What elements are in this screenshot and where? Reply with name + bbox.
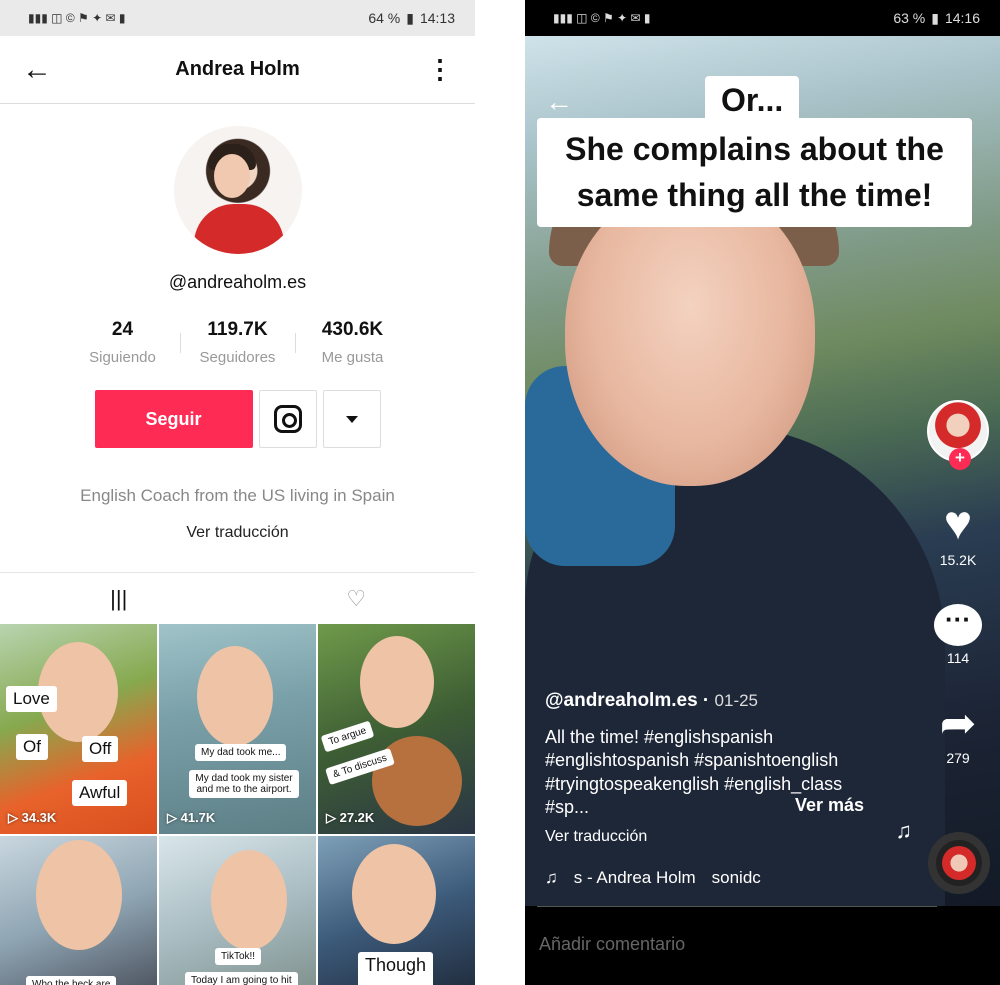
thumbnail-caption: Off <box>82 736 119 762</box>
thumbnail-caption: Of <box>16 734 48 760</box>
suggested-dropdown-button[interactable] <box>322 390 381 448</box>
thumbnail-caption: Today I am going to hit <box>185 972 298 985</box>
stat-likes[interactable]: 430.6K Me gusta <box>295 319 410 366</box>
back-arrow-icon[interactable]: ← <box>545 86 573 118</box>
profile-title: Andrea Holm <box>175 58 300 80</box>
stat-following[interactable]: 24 Siguiendo <box>65 319 180 366</box>
video-author[interactable]: @andreaholm.es <box>545 690 698 711</box>
locked-heart-icon: ♡ <box>346 585 367 611</box>
creator-avatar[interactable]: + <box>927 400 989 470</box>
video-date: 01-25 <box>714 691 759 710</box>
battery-icon: ▮ <box>931 9 939 26</box>
stat-label: Me gusta <box>321 349 384 366</box>
status-signal-icons: ▮▮▮ ◫ © ⚑ ✦ ✉ ▮ <box>553 11 651 25</box>
like-count: 15.2K <box>939 552 977 568</box>
status-signal-icons: ▮▮▮ ◫ © ⚑ ✦ ✉ ▮ <box>28 11 126 25</box>
battery-icon: ▮ <box>406 9 414 26</box>
grid-icon: ||| <box>110 585 128 611</box>
music-note-icon: ♫ <box>545 868 558 887</box>
screenshot-root: ▮▮▮ ◫ © ⚑ ✦ ✉ ▮ 64 % ▮ 14:13 ← Andrea Ho… <box>0 0 1000 985</box>
clock: 14:16 <box>944 10 980 26</box>
video-thumbnail[interactable]: My dad took me... My dad took my sister … <box>159 624 316 834</box>
video-caption-main: She complains about the same thing all t… <box>537 118 972 227</box>
comment-count: 114 <box>946 650 970 666</box>
follow-plus-icon[interactable]: + <box>949 448 971 470</box>
stat-number: 24 <box>111 319 134 340</box>
tab-liked[interactable]: ♡ <box>238 573 476 624</box>
more-options-icon[interactable]: ⋮ <box>423 54 453 85</box>
video-thumbnail[interactable]: Love Of Off Awful ▷ 34.3K <box>0 624 157 834</box>
see-more-link[interactable]: Ver más <box>795 795 864 816</box>
video-thumbnail[interactable]: To argue & To discuss ▷ 27.2K <box>318 624 475 834</box>
thumbnail-caption: Who the heck are <box>26 976 117 985</box>
status-bar: ▮▮▮ ◫ © ⚑ ✦ ✉ ▮ 63 % ▮ 14:16 <box>525 0 1000 36</box>
video-thumbnail[interactable]: Who the heck are <box>0 836 157 985</box>
thumbnail-caption: My dad took my sister and me to the airp… <box>189 770 299 798</box>
instagram-button[interactable] <box>258 390 317 448</box>
stat-label: Siguiendo <box>89 349 156 366</box>
music-title-extra: sonidc <box>711 868 761 887</box>
music-note-icon: ♫ <box>895 818 913 843</box>
comment-icon[interactable]: ··· <box>934 604 982 646</box>
follow-button[interactable]: Seguir <box>94 390 253 448</box>
comment-input[interactable]: Añadir comentario <box>539 934 685 955</box>
profile-stats: 24 Siguiendo 119.7K Seguidores 430.6K Me… <box>0 319 475 366</box>
stat-number: 119.7K <box>207 319 268 340</box>
stat-followers[interactable]: 119.7K Seguidores <box>180 319 295 366</box>
battery-level: 64 % <box>368 10 401 26</box>
status-icons: ▮▮▮ ◫ © ⚑ ✦ ✉ ▮ <box>28 11 125 25</box>
profile-screen: ▮▮▮ ◫ © ⚑ ✦ ✉ ▮ 64 % ▮ 14:13 ← Andrea Ho… <box>0 0 475 985</box>
thumbnail-caption: My dad took me... <box>195 744 287 761</box>
thumbnail-caption: Love <box>6 686 57 712</box>
thumbnail-caption: Awful <box>72 780 128 806</box>
video-info: @andreaholm.es · 01-25 All the time! #en… <box>545 690 885 846</box>
action-sidebar: + ♥ 15.2K ··· 114 ➦ 279 <box>926 400 990 766</box>
stat-number: 430.6K <box>321 319 384 340</box>
stat-label: Seguidores <box>199 349 276 366</box>
video-thumbnail[interactable]: Though <box>318 836 475 985</box>
profile-actions: Seguir <box>0 390 475 448</box>
translate-link[interactable]: Ver traducción <box>545 828 885 846</box>
share-count: 279 <box>946 750 970 766</box>
translate-link[interactable]: Ver traducción <box>0 524 475 542</box>
profile-bio: English Coach from the US living in Spai… <box>80 486 395 505</box>
view-count: ▷ 34.3K <box>8 810 57 825</box>
video-thumbnail[interactable]: TikTok!! Today I am going to hit <box>159 836 316 985</box>
thumbnail-caption: TikTok!! <box>215 948 262 965</box>
status-bar: ▮▮▮ ◫ © ⚑ ✦ ✉ ▮ 64 % ▮ 14:13 <box>0 0 475 36</box>
clock: 14:13 <box>419 10 455 26</box>
back-arrow-icon[interactable]: ← <box>22 53 52 87</box>
avatar[interactable] <box>173 126 302 254</box>
instagram-icon <box>273 405 302 433</box>
tab-videos[interactable]: ||| <box>0 573 238 624</box>
music-disc-icon[interactable] <box>928 832 990 894</box>
divider <box>537 906 937 907</box>
view-count: ▷ 27.2K <box>326 810 375 825</box>
heart-icon[interactable]: ♥ <box>926 500 990 548</box>
profile-header: ← Andrea Holm ⋮ <box>0 36 475 104</box>
video-screen: ▮▮▮ ◫ © ⚑ ✦ ✉ ▮ 63 % ▮ 14:16 ← Or... She… <box>525 0 1000 985</box>
music-title: s - Andrea Holm <box>573 868 696 887</box>
video-grid: Love Of Off Awful ▷ 34.3K My dad took me… <box>0 624 475 985</box>
view-count: ▷ 41.7K <box>167 810 216 825</box>
battery-level: 63 % <box>893 10 926 26</box>
share-icon[interactable]: ➦ <box>926 702 990 746</box>
caret-down-icon <box>345 415 358 423</box>
thumbnail-caption: To argue <box>320 720 375 753</box>
thumbnail-caption: Though <box>358 952 434 985</box>
profile-tabs: ||| ♡ <box>0 572 475 624</box>
music-info[interactable]: ♫ s - Andrea Holm sonidc <box>545 868 761 888</box>
profile-handle: @andreaholm.es <box>168 272 307 292</box>
